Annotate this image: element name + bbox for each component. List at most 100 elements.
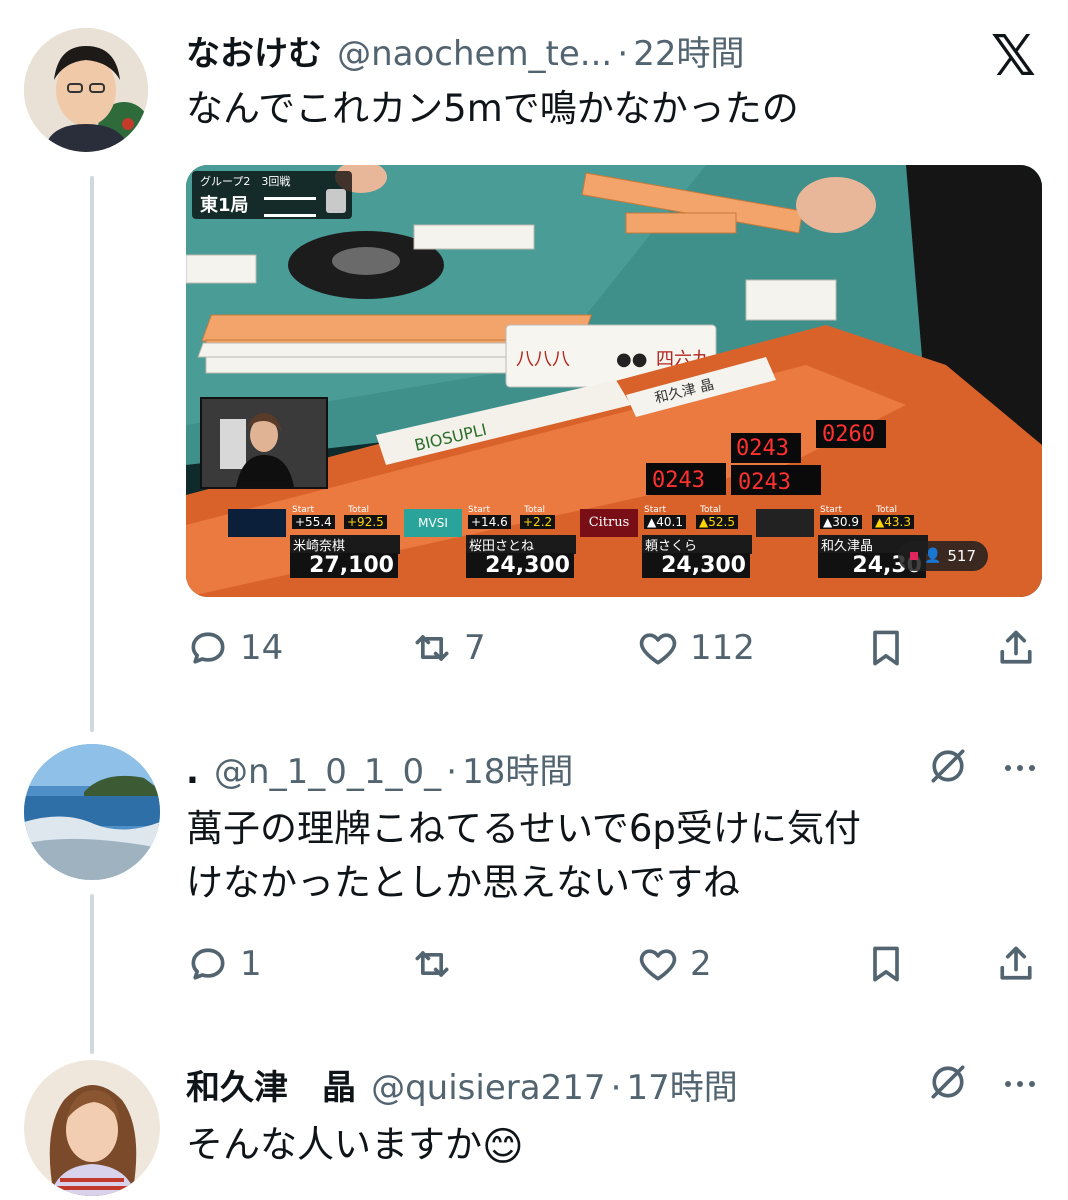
- total-label: Total: [876, 505, 898, 515]
- like-button[interactable]: 2: [636, 942, 712, 986]
- tweet-text-content: そんな人いますか: [186, 1123, 482, 1166]
- like-button[interactable]: 112: [636, 626, 755, 670]
- score-counter: 0243: [736, 436, 789, 461]
- share-icon: [1000, 630, 1032, 664]
- more-button[interactable]: [998, 1064, 1042, 1104]
- total-score: +2.2: [520, 515, 556, 529]
- round-label: 東1局: [200, 195, 249, 216]
- retweet-icon: [415, 951, 449, 977]
- thread-line: [90, 176, 94, 732]
- start-label: Start: [644, 505, 666, 515]
- svg-text:●●: ●●: [616, 349, 647, 370]
- player-name: 米崎奈棋: [290, 535, 400, 554]
- separator-dot: ·: [610, 1068, 622, 1108]
- total-label: Total: [524, 505, 546, 515]
- team-logo: MVSI: [404, 509, 462, 537]
- retweet-icon: [415, 635, 449, 661]
- share-button[interactable]: [994, 626, 1038, 670]
- bookmark-icon: [873, 946, 899, 982]
- team-logo: [228, 509, 286, 537]
- tweet-text-line: 萬子の理牌こねてるせいで6p受けに気付: [186, 807, 861, 850]
- avatar[interactable]: [24, 1060, 160, 1196]
- reply-icon: [191, 948, 225, 980]
- tweet-text: そんな人いますか😊: [186, 1118, 530, 1172]
- start-score: ▲30.9: [820, 515, 862, 529]
- person-icon: 👤: [923, 548, 942, 564]
- total-score: +92.5: [344, 515, 387, 529]
- reply-count: 1: [240, 944, 262, 984]
- like-count: 2: [690, 944, 712, 984]
- start-label: Start: [468, 505, 490, 515]
- share-button[interactable]: [994, 942, 1038, 986]
- player-panel: Citrus Start Total ▲40.1 ▲52.5 頼さくら 24,3…: [580, 505, 752, 589]
- viewer-count: 517: [947, 547, 977, 565]
- timestamp[interactable]: 22時間: [633, 34, 744, 74]
- more-icon: [1005, 1081, 1035, 1087]
- total-score: ▲52.5: [696, 515, 738, 529]
- total-label: Total: [700, 505, 722, 515]
- tweet-header: . @n_1_0_1_0_ · 18時間: [186, 744, 573, 793]
- viewer-count-badge: 👤 517: [898, 541, 988, 571]
- bookmark-button[interactable]: [864, 942, 908, 986]
- svg-text:八八八: 八八八: [516, 349, 570, 370]
- reply-count: 14: [240, 628, 284, 668]
- start-score: +14.6: [468, 515, 511, 529]
- share-icon: [1000, 946, 1032, 980]
- player-points: 24,300: [466, 553, 574, 578]
- start-score: ▲40.1: [644, 515, 686, 529]
- author-name[interactable]: なおけむ: [186, 34, 322, 74]
- team-logo: Citrus: [580, 509, 638, 537]
- reply-button[interactable]: 14: [186, 626, 283, 670]
- round-indicator: [264, 197, 316, 217]
- tweet-media[interactable]: 八八八 ●● 四六九 BIOSUPLI 和久津 晶 0243 0243 0243…: [186, 165, 1042, 597]
- timestamp[interactable]: 17時間: [626, 1068, 737, 1108]
- separator-dot: ·: [617, 34, 629, 74]
- scoreboard: Start Total +55.4 +92.5 米崎奈棋 27,100 MVSI…: [228, 505, 1042, 597]
- start-label: Start: [820, 505, 842, 515]
- player-camera-inset: [200, 397, 328, 489]
- score-counter: 0243: [738, 470, 791, 495]
- bookmark-button[interactable]: [864, 626, 908, 670]
- thread-line: [90, 894, 94, 1054]
- player-name: 桜田さとね: [466, 535, 576, 554]
- grok-icon: [931, 1065, 965, 1099]
- separator-dot: ·: [446, 752, 457, 792]
- smiling-face-emoji: 😊: [482, 1123, 524, 1170]
- tweet-header: なおけむ @naochem_te... · 22時間: [186, 26, 745, 75]
- tweet-header: 和久津 晶 @quisiera217 · 17時間: [186, 1060, 738, 1109]
- dice-indicator: [326, 189, 346, 213]
- team-logo: [756, 509, 814, 537]
- score-counter: 0260: [822, 422, 875, 447]
- tweet-text-line: けなかったとしか思えないですね: [186, 861, 740, 904]
- reply-icon: [191, 632, 225, 664]
- tweet-text: なんでこれカン5mで鳴かなかったの: [186, 87, 799, 130]
- author-handle[interactable]: @n_1_0_1_0_: [214, 752, 441, 792]
- author-name[interactable]: .: [186, 752, 199, 792]
- grok-button[interactable]: [926, 744, 970, 788]
- retweet-button[interactable]: 7: [410, 626, 486, 670]
- grok-icon: [931, 749, 965, 783]
- like-count: 112: [690, 628, 755, 668]
- start-label: Start: [292, 505, 314, 515]
- retweet-button[interactable]: [410, 942, 464, 986]
- player-panel: MVSI Start Total +14.6 +2.2 桜田さとね 24,300: [404, 505, 576, 589]
- author-handle[interactable]: @quisiera217: [371, 1068, 605, 1108]
- avatar[interactable]: [24, 28, 148, 152]
- score-counter: 0243: [652, 468, 705, 493]
- total-score: ▲43.3: [872, 515, 914, 529]
- retweet-count: 7: [464, 628, 486, 668]
- author-handle[interactable]: @naochem_te...: [337, 34, 612, 74]
- total-label: Total: [348, 505, 370, 515]
- grok-button[interactable]: [926, 1060, 970, 1104]
- avatar[interactable]: [24, 744, 160, 880]
- author-name[interactable]: 和久津 晶: [186, 1068, 356, 1108]
- tweet-text: 萬子の理牌こねてるせいで6p受けに気付 けなかったとしか思えないですね: [186, 802, 861, 910]
- x-logo-icon[interactable]: 𝕏: [991, 24, 1036, 89]
- bookmark-icon: [873, 630, 899, 666]
- player-points: 27,100: [290, 553, 398, 578]
- reply-button[interactable]: 1: [186, 942, 262, 986]
- like-icon: [639, 633, 677, 665]
- timestamp[interactable]: 18時間: [462, 752, 573, 792]
- more-button[interactable]: [998, 748, 1042, 788]
- round-badge: グループ2 3回戦 東1局: [192, 171, 352, 219]
